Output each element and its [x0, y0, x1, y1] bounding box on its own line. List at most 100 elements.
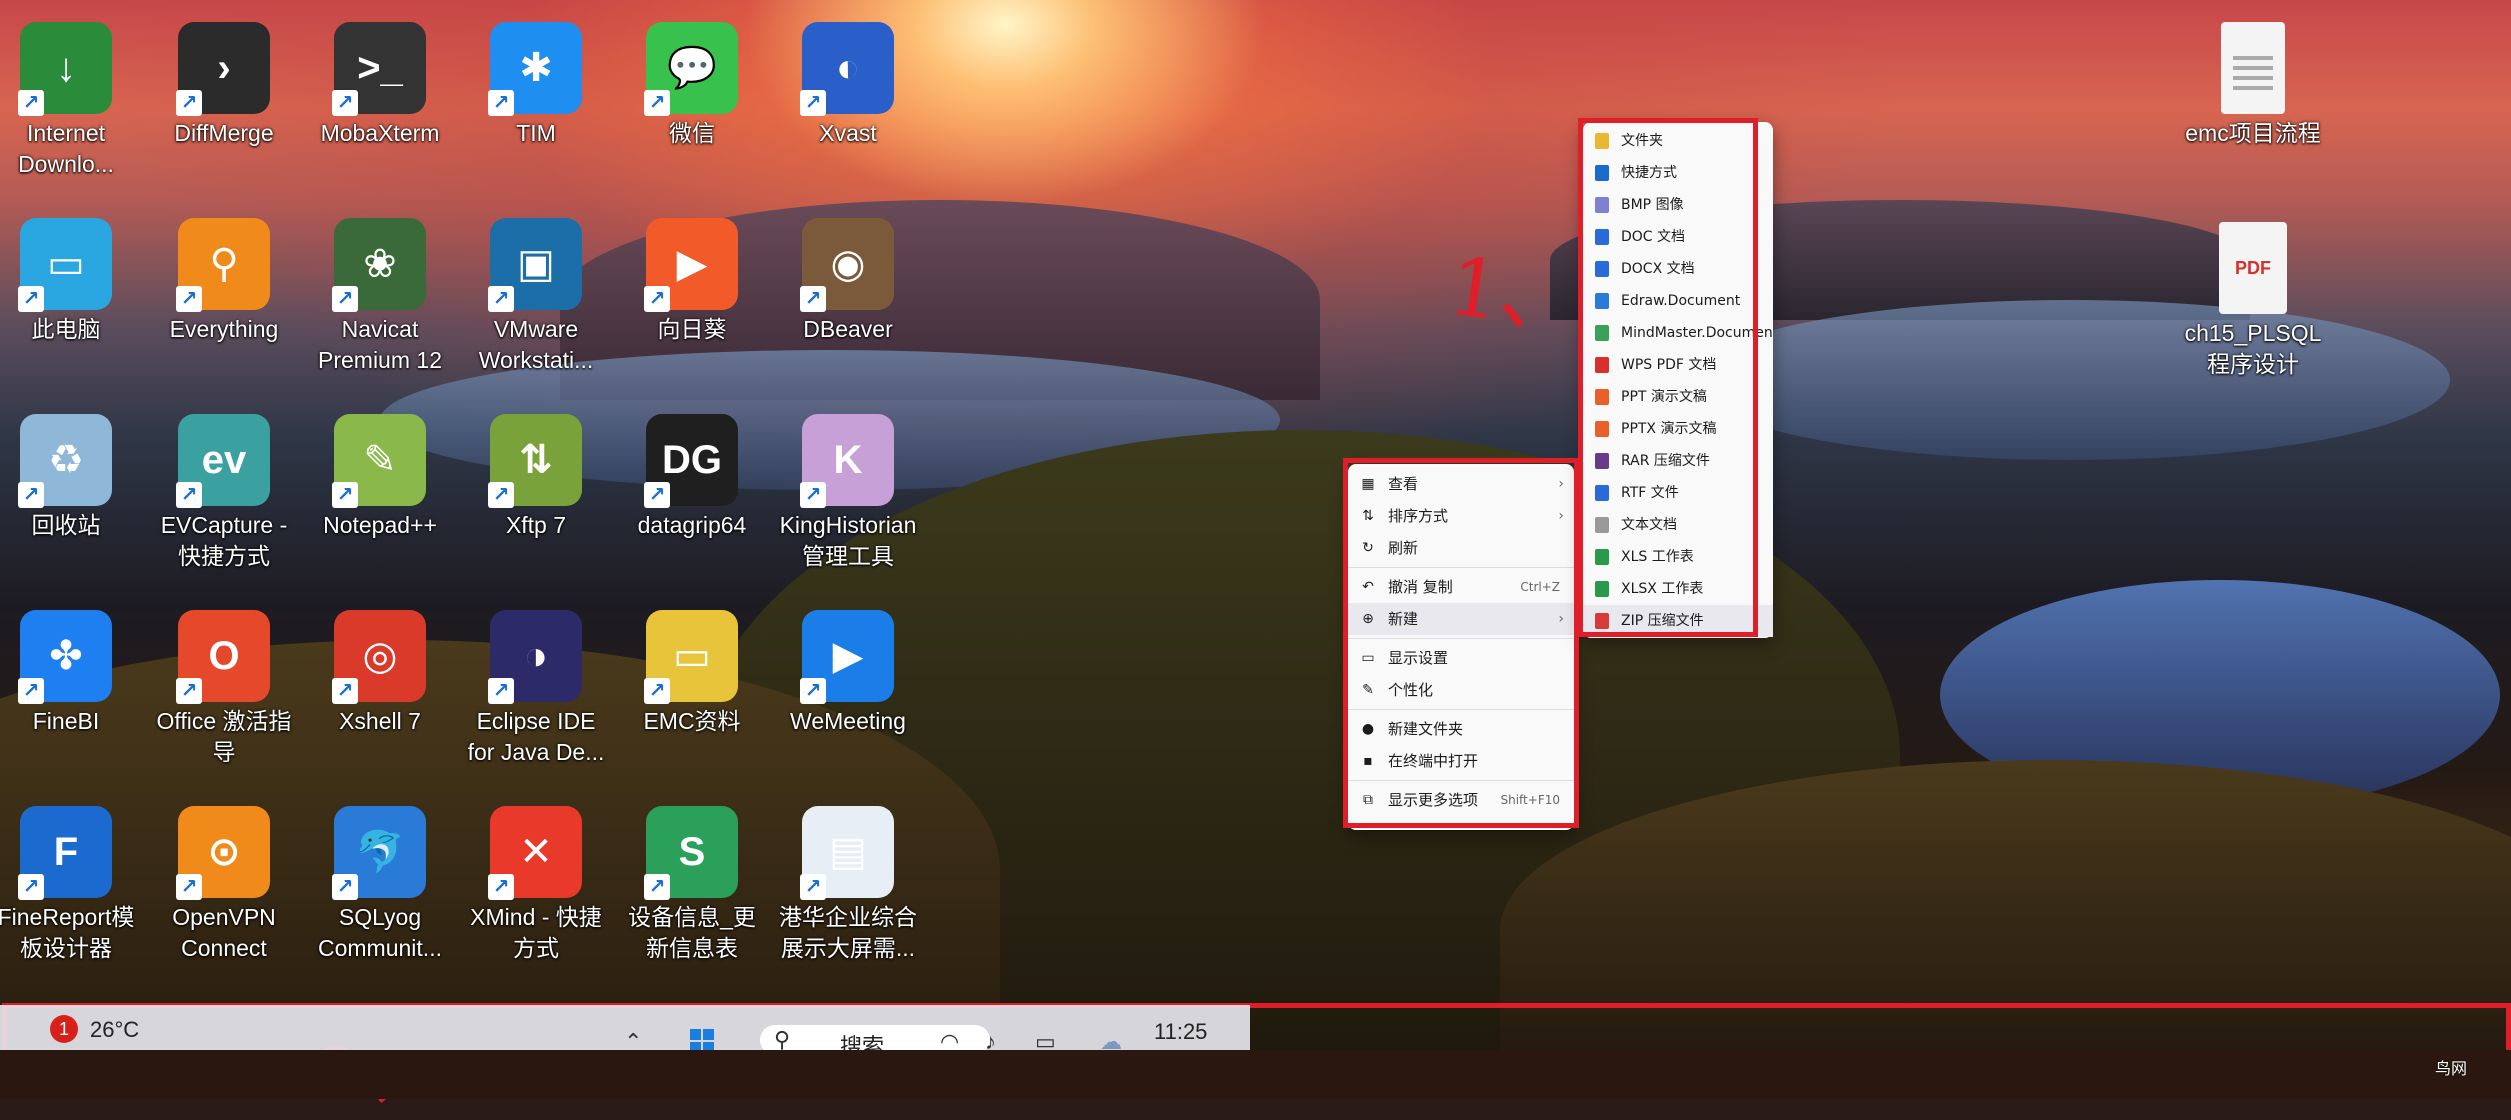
desktop-icon-label: Office 激活指导: [156, 708, 292, 765]
desktop-icon[interactable]: ▶ ↗ 向日葵: [617, 218, 767, 345]
desktop-icon[interactable]: ◑ ↗ Eclipse IDE for Java De...: [461, 610, 611, 768]
shortcut-arrow-icon: ↗: [644, 90, 670, 116]
desktop-icon[interactable]: ♻ ↗ 回收站: [0, 414, 141, 541]
desktop-icon[interactable]: ◐ ↗ Xvast: [773, 22, 923, 149]
desktop-icon[interactable]: DG ↗ datagrip64: [617, 414, 767, 541]
desktop-icon[interactable]: ev ↗ EVCapture - 快捷方式: [149, 414, 299, 572]
desktop-icon-label: WeMeeting: [790, 708, 906, 734]
desktop-icon-label: Xvast: [819, 120, 877, 146]
desktop-icon[interactable]: ⊙ ↗ OpenVPN Connect: [149, 806, 299, 964]
desktop-icon-label: 设备信息_更新信息表: [628, 904, 756, 961]
shortcut-arrow-icon: ↗: [488, 90, 514, 116]
desktop-icon[interactable]: S ↗ 设备信息_更新信息表: [617, 806, 767, 964]
desktop-icon-label: EVCapture - 快捷方式: [160, 512, 288, 569]
shortcut-arrow-icon: ↗: [18, 874, 44, 900]
desktop-icon[interactable]: ❀ ↗ Navicat Premium 12: [305, 218, 455, 376]
desktop-icon-label: KingHistorian管理工具: [779, 512, 917, 569]
taskbar-clock[interactable]: 11:25: [1154, 1019, 1207, 1045]
shortcut-arrow-icon: ↗: [488, 874, 514, 900]
shortcut-arrow-icon: ↗: [176, 90, 202, 116]
desktop-icon[interactable]: ⚲ ↗ Everything: [149, 218, 299, 345]
download-manager-icon: ↓ ↗: [18, 22, 112, 116]
shortcut-arrow-icon: ↗: [800, 678, 826, 704]
desktop-icon[interactable]: ◎ ↗ Xshell 7: [305, 610, 455, 737]
desktop-icon[interactable]: F ↗ FineReport模板设计器: [0, 806, 141, 964]
desktop-icon-label: 向日葵: [657, 316, 727, 342]
desktop-icon-label: Eclipse IDE for Java De...: [467, 708, 605, 765]
taskbar: 1 26°C ⌃ ⚲ 搜索 ◠ ♪ ▭ ☁ 11:25: [0, 1005, 1250, 1059]
wechat-icon: 💬 ↗: [644, 22, 738, 116]
shortcut-arrow-icon: ↗: [176, 874, 202, 900]
desktop-icon[interactable]: 💬 ↗ 微信: [617, 22, 767, 149]
desktop-icon[interactable]: ✕ ↗ XMind - 快捷方式: [461, 806, 611, 964]
annotation-box-new-submenu: [1578, 118, 1758, 637]
shortcut-arrow-icon: ↗: [800, 286, 826, 312]
desktop-icon-label: ch15_PLSQL程序设计: [2184, 320, 2322, 377]
desktop-icon[interactable]: ↓ ↗ Internet Downlo...: [0, 22, 141, 180]
desktop-icon-label: Xftp 7: [505, 512, 567, 538]
shortcut-arrow-icon: ↗: [332, 874, 358, 900]
desktop-icon-label: MobaXterm: [320, 120, 440, 146]
xmind-icon: ✕ ↗: [488, 806, 582, 900]
shortcut-arrow-icon: ↗: [800, 874, 826, 900]
shortcut-arrow-icon: ↗: [644, 678, 670, 704]
desktop-icon[interactable]: ✱ ↗ TIM: [461, 22, 611, 149]
desktop-icon-label: 此电脑: [31, 316, 101, 342]
watermark-logo: 鸟网: [2435, 1061, 2468, 1078]
taskbar-lower-strip: [0, 1050, 2511, 1099]
document-thumbnail-icon: ▤ ↗: [800, 806, 894, 900]
desktop-icon[interactable]: ◉ ↗ DBeaver: [773, 218, 923, 345]
notepad-icon: ✎ ↗: [332, 414, 426, 508]
desktop-icon[interactable]: ▭ ↗ EMC资料: [617, 610, 767, 737]
shortcut-arrow-icon: ↗: [644, 482, 670, 508]
vmware-icon: ▣ ↗: [488, 218, 582, 312]
desktop-icon-label: Notepad++: [323, 512, 437, 538]
desktop-icon-label: Everything: [169, 316, 279, 342]
desktop-icon-emc-flow[interactable]: emc项目流程: [2178, 22, 2328, 149]
desktop-icon[interactable]: 🐬 ↗ SQLyog Communit...: [305, 806, 455, 964]
desktop-icon[interactable]: >_ ↗ MobaXterm: [305, 22, 455, 149]
desktop-icon[interactable]: › ↗ DiffMerge: [149, 22, 299, 149]
shortcut-arrow-icon: ↗: [18, 482, 44, 508]
desktop-icon-plsql-pdf[interactable]: PDF ch15_PLSQL程序设计: [2178, 222, 2328, 380]
desktop-icon[interactable]: O ↗ Office 激活指导: [149, 610, 299, 768]
weather-badge: 1: [50, 1015, 78, 1043]
desktop-icon[interactable]: ▭ ↗ 此电脑: [0, 218, 141, 345]
desktop-icon-label: DBeaver: [803, 316, 893, 342]
folder-icon: ▭ ↗: [644, 610, 738, 704]
xftp-icon: ⇅ ↗: [488, 414, 582, 508]
desktop-icon-label: VMware Workstati...: [478, 316, 594, 373]
desktop-icon[interactable]: ▣ ↗ VMware Workstati...: [461, 218, 611, 376]
desktop-icon[interactable]: ▤ ↗ 港华企业综合展示大屏需...: [773, 806, 923, 964]
weather-temperature[interactable]: 26°C: [90, 1017, 139, 1043]
shortcut-arrow-icon: ↗: [176, 678, 202, 704]
terminal-icon: >_ ↗: [332, 22, 426, 116]
kinghistorian-icon: K ↗: [800, 414, 894, 508]
desktop-icon-label: 回收站: [31, 512, 101, 538]
tim-icon: ✱ ↗: [488, 22, 582, 116]
shortcut-arrow-icon: ↗: [488, 678, 514, 704]
finereport-icon: F ↗: [18, 806, 112, 900]
pdf-file-icon: PDF: [2219, 222, 2287, 314]
desktop-icon-label: Xshell 7: [339, 708, 421, 734]
desktop-icon-label: EMC资料: [643, 708, 741, 734]
desktop-icon-label: SQLyog Communit...: [318, 904, 442, 961]
shortcut-arrow-icon: ↗: [800, 90, 826, 116]
shortcut-arrow-icon: ↗: [800, 482, 826, 508]
computer-icon: ▭ ↗: [18, 218, 112, 312]
shortcut-arrow-icon: ↗: [644, 874, 670, 900]
browser-icon: ◐ ↗: [800, 22, 894, 116]
desktop-icon-label: DiffMerge: [174, 120, 274, 146]
desktop-icon[interactable]: ▶ ↗ WeMeeting: [773, 610, 923, 737]
desktop-icon[interactable]: ✎ ↗ Notepad++: [305, 414, 455, 541]
text-file-icon: [2221, 22, 2285, 114]
desktop-icon-label: TIM: [516, 120, 556, 146]
desktop-icon[interactable]: ✤ ↗ FineBI: [0, 610, 141, 737]
shortcut-arrow-icon: ↗: [332, 482, 358, 508]
desktop-icon-label: 微信: [669, 120, 715, 146]
sqlyog-icon: 🐬 ↗: [332, 806, 426, 900]
evcapture-icon: ev ↗: [176, 414, 270, 508]
desktop-icon[interactable]: ⇅ ↗ Xftp 7: [461, 414, 611, 541]
openvpn-icon: ⊙ ↗: [176, 806, 270, 900]
desktop-icon[interactable]: K ↗ KingHistorian管理工具: [773, 414, 923, 572]
